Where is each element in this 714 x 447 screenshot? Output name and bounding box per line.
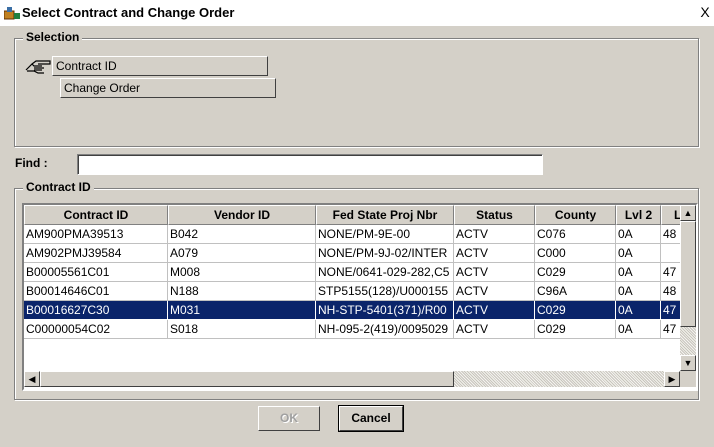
scroll-right-button[interactable]: ▶ — [664, 371, 680, 387]
table-row[interactable]: B00016627C30 M031 NH-STP-5401(371)/R00 ACTV… — [24, 301, 680, 320]
scroll-up-button[interactable]: ▲ — [680, 205, 696, 221]
table-row[interactable]: C00000054C02 S018 NH-095-2(419)/0095029 ACT… — [24, 320, 680, 339]
cell-lvl-2: 0A — [616, 301, 661, 320]
cell-lvl-3: 47 — [661, 320, 680, 339]
cell-fed-state-proj-nbr: NONE/PM-9J-02/INTER — [316, 244, 454, 263]
contract-id-legend: Contract ID — [23, 180, 94, 194]
horizontal-scroll-thumb[interactable] — [40, 371, 454, 387]
table-row[interactable]: B00014646C01 N188 STP5155(128)/U000155 ACTV… — [24, 282, 680, 301]
table-row[interactable]: AM900PMA39513 B042 NONE/PM-9E-00 ACTV C076 0A… — [24, 225, 680, 244]
ok-button[interactable]: OK — [258, 406, 320, 431]
change-order-sort-label: Change Order — [64, 81, 141, 95]
app-icon — [3, 6, 20, 20]
scroll-left-button[interactable]: ◀ — [24, 371, 40, 387]
cell-county: C000 — [535, 244, 616, 263]
cell-lvl-3: 48 — [661, 225, 680, 244]
cell-vendor-id: N188 — [168, 282, 316, 301]
horizontal-scrollbar[interactable]: ◀ ▶ — [24, 371, 680, 387]
cell-county: C029 — [535, 320, 616, 339]
cell-lvl-2: 0A — [616, 263, 661, 282]
cell-county: C076 — [535, 225, 616, 244]
contract-id-sort-button[interactable]: Contract ID — [52, 56, 268, 76]
cell-fed-state-proj-nbr: STP5155(128)/U000155 — [316, 282, 454, 301]
cell-status: ACTV — [454, 320, 535, 339]
cell-vendor-id: M008 — [168, 263, 316, 282]
column-header-vendor-id[interactable]: Vendor ID — [168, 205, 316, 225]
cell-fed-state-proj-nbr: NH-095-2(419)/0095029 — [316, 320, 454, 339]
title-bar: Select Contract and Change Order X — [0, 0, 714, 26]
vertical-scroll-track[interactable] — [680, 327, 696, 355]
cell-contract-id: B00005561C01 — [24, 263, 168, 282]
cell-contract-id: B00016627C30 — [24, 301, 168, 320]
cell-vendor-id: S018 — [168, 320, 316, 339]
cell-fed-state-proj-nbr: NH-STP-5401(371)/R00 — [316, 301, 454, 320]
cell-vendor-id: B042 — [168, 225, 316, 244]
cell-lvl-2: 0A — [616, 225, 661, 244]
cell-contract-id: AM902PMJ39584 — [24, 244, 168, 263]
find-input[interactable] — [77, 154, 543, 175]
cell-status: ACTV — [454, 301, 535, 320]
close-button[interactable]: X — [698, 4, 712, 20]
cell-status: ACTV — [454, 225, 535, 244]
scroll-corner — [680, 371, 696, 387]
cell-status: ACTV — [454, 282, 535, 301]
window-title: Select Contract and Change Order — [22, 5, 235, 20]
table-row[interactable]: AM902PMJ39584 A079 NONE/PM-9J-02/INTER ACTV… — [24, 244, 680, 263]
cell-status: ACTV — [454, 263, 535, 282]
cell-vendor-id: A079 — [168, 244, 316, 263]
cell-county: C96A — [535, 282, 616, 301]
cell-county: C029 — [535, 301, 616, 320]
cell-lvl-3: 47 — [661, 301, 680, 320]
cell-contract-id: B00014646C01 — [24, 282, 168, 301]
contract-grid[interactable]: Contract ID Vendor ID Fed State Proj Nbr St… — [22, 203, 698, 391]
cell-lvl-2: 0A — [616, 282, 661, 301]
vertical-scrollbar[interactable]: ▲ ▼ — [680, 205, 696, 371]
scroll-down-button[interactable]: ▼ — [680, 355, 696, 371]
cell-vendor-id: M031 — [168, 301, 316, 320]
column-header-lvl-3[interactable]: Lv — [661, 205, 680, 225]
column-header-fed-state-proj-nbr[interactable]: Fed State Proj Nbr — [316, 205, 454, 225]
selection-legend: Selection — [23, 30, 83, 44]
cell-lvl-2: 0A — [616, 320, 661, 339]
cell-contract-id: AM900PMA39513 — [24, 225, 168, 244]
cell-lvl-3 — [661, 244, 680, 263]
column-header-lvl-2[interactable]: Lvl 2 — [616, 205, 661, 225]
cell-lvl-2: 0A — [616, 244, 661, 263]
column-header-county[interactable]: County — [535, 205, 616, 225]
vertical-scroll-thumb[interactable] — [680, 221, 696, 327]
column-header-contract-id[interactable]: Contract ID — [24, 205, 168, 225]
cell-lvl-3: 48 — [661, 282, 680, 301]
cell-county: C029 — [535, 263, 616, 282]
grid-viewport: Contract ID Vendor ID Fed State Proj Nbr St… — [24, 205, 680, 371]
contract-id-sort-label: Contract ID — [56, 59, 117, 73]
horizontal-scroll-track[interactable] — [454, 371, 664, 387]
cell-lvl-3: 47 — [661, 263, 680, 282]
cell-contract-id: C00000054C02 — [24, 320, 168, 339]
column-header-status[interactable]: Status — [454, 205, 535, 225]
cancel-button[interactable]: Cancel — [338, 405, 404, 432]
change-order-sort-button[interactable]: Change Order — [60, 78, 276, 98]
pointing-hand-icon — [24, 57, 54, 77]
cell-fed-state-proj-nbr: NONE/0641-029-282,C5 — [316, 263, 454, 282]
find-label: Find : — [15, 156, 48, 170]
cell-status: ACTV — [454, 244, 535, 263]
table-row[interactable]: B00005561C01 M008 NONE/0641-029-282,C5 ACTV… — [24, 263, 680, 282]
cell-fed-state-proj-nbr: NONE/PM-9E-00 — [316, 225, 454, 244]
